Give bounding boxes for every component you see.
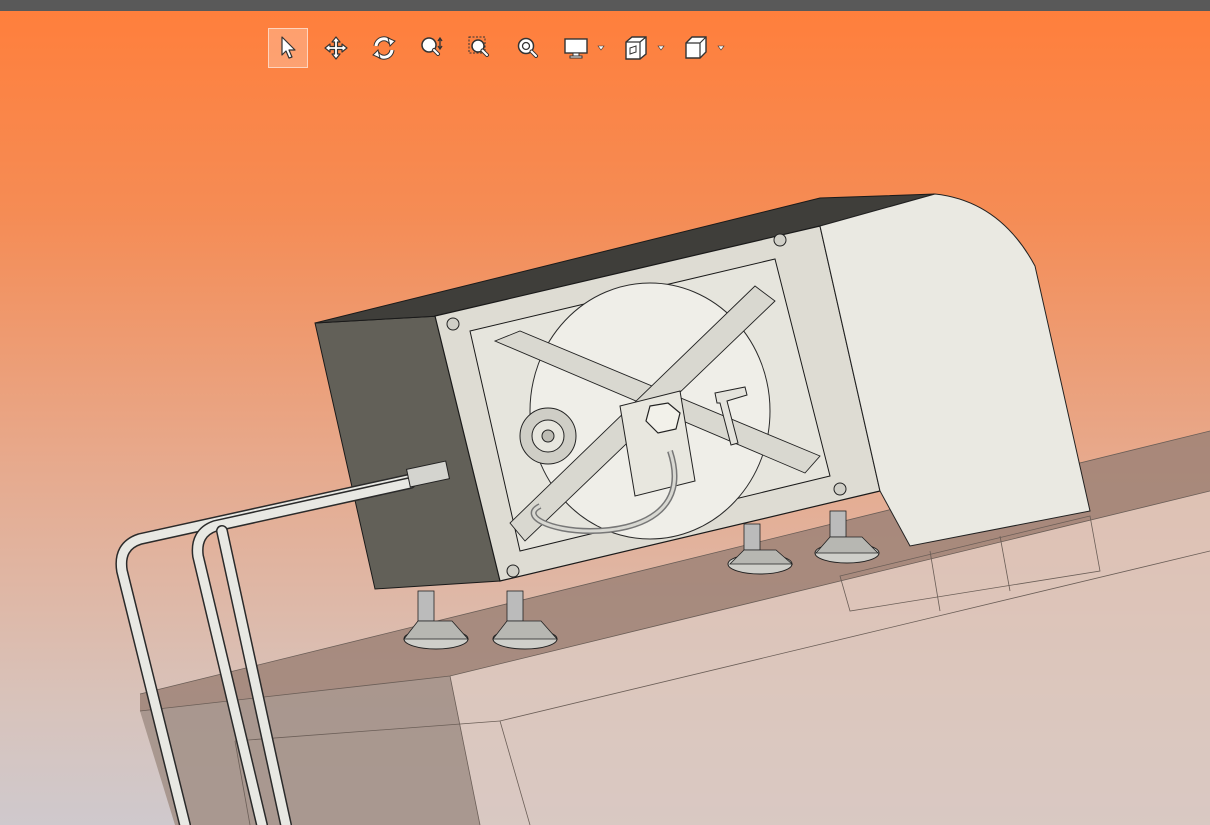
view-orientation-dropdown[interactable] [716, 28, 726, 68]
select-tool-button[interactable] [268, 28, 308, 68]
zoom-fit-button[interactable] [508, 28, 548, 68]
zoom-fit-icon [517, 37, 538, 58]
rotate-icon [372, 36, 396, 60]
pan-tool-button[interactable] [316, 28, 356, 68]
zoom-interactive-icon [421, 36, 443, 56]
chevron-down-icon [597, 45, 605, 51]
display-mode-button[interactable] [556, 28, 596, 68]
cad-scene[interactable] [0, 11, 1210, 825]
display-mode-dropdown[interactable] [596, 28, 606, 68]
section-dropdown[interactable] [656, 28, 666, 68]
zoom-interactive-button[interactable] [412, 28, 452, 68]
section-control[interactable] [616, 28, 666, 68]
section-cube-icon [625, 36, 647, 60]
view-toolbar [268, 27, 736, 69]
3d-viewport[interactable] [0, 11, 1210, 825]
zoom-window-button[interactable] [460, 28, 500, 68]
move-arrows-icon [324, 36, 348, 60]
section-button[interactable] [616, 28, 656, 68]
monitor-icon [564, 38, 588, 59]
view-orientation-button[interactable] [676, 28, 716, 68]
chevron-down-icon [657, 45, 665, 51]
display-mode-control[interactable] [556, 28, 606, 68]
zoom-window-icon [468, 36, 489, 57]
view-orientation-control[interactable] [676, 28, 726, 68]
cursor-arrow-icon [281, 36, 296, 59]
rotate-tool-button[interactable] [364, 28, 404, 68]
title-bar [0, 0, 1210, 11]
chevron-down-icon [717, 45, 725, 51]
motor-shaft [541, 429, 555, 443]
cube-view-icon [685, 36, 707, 59]
